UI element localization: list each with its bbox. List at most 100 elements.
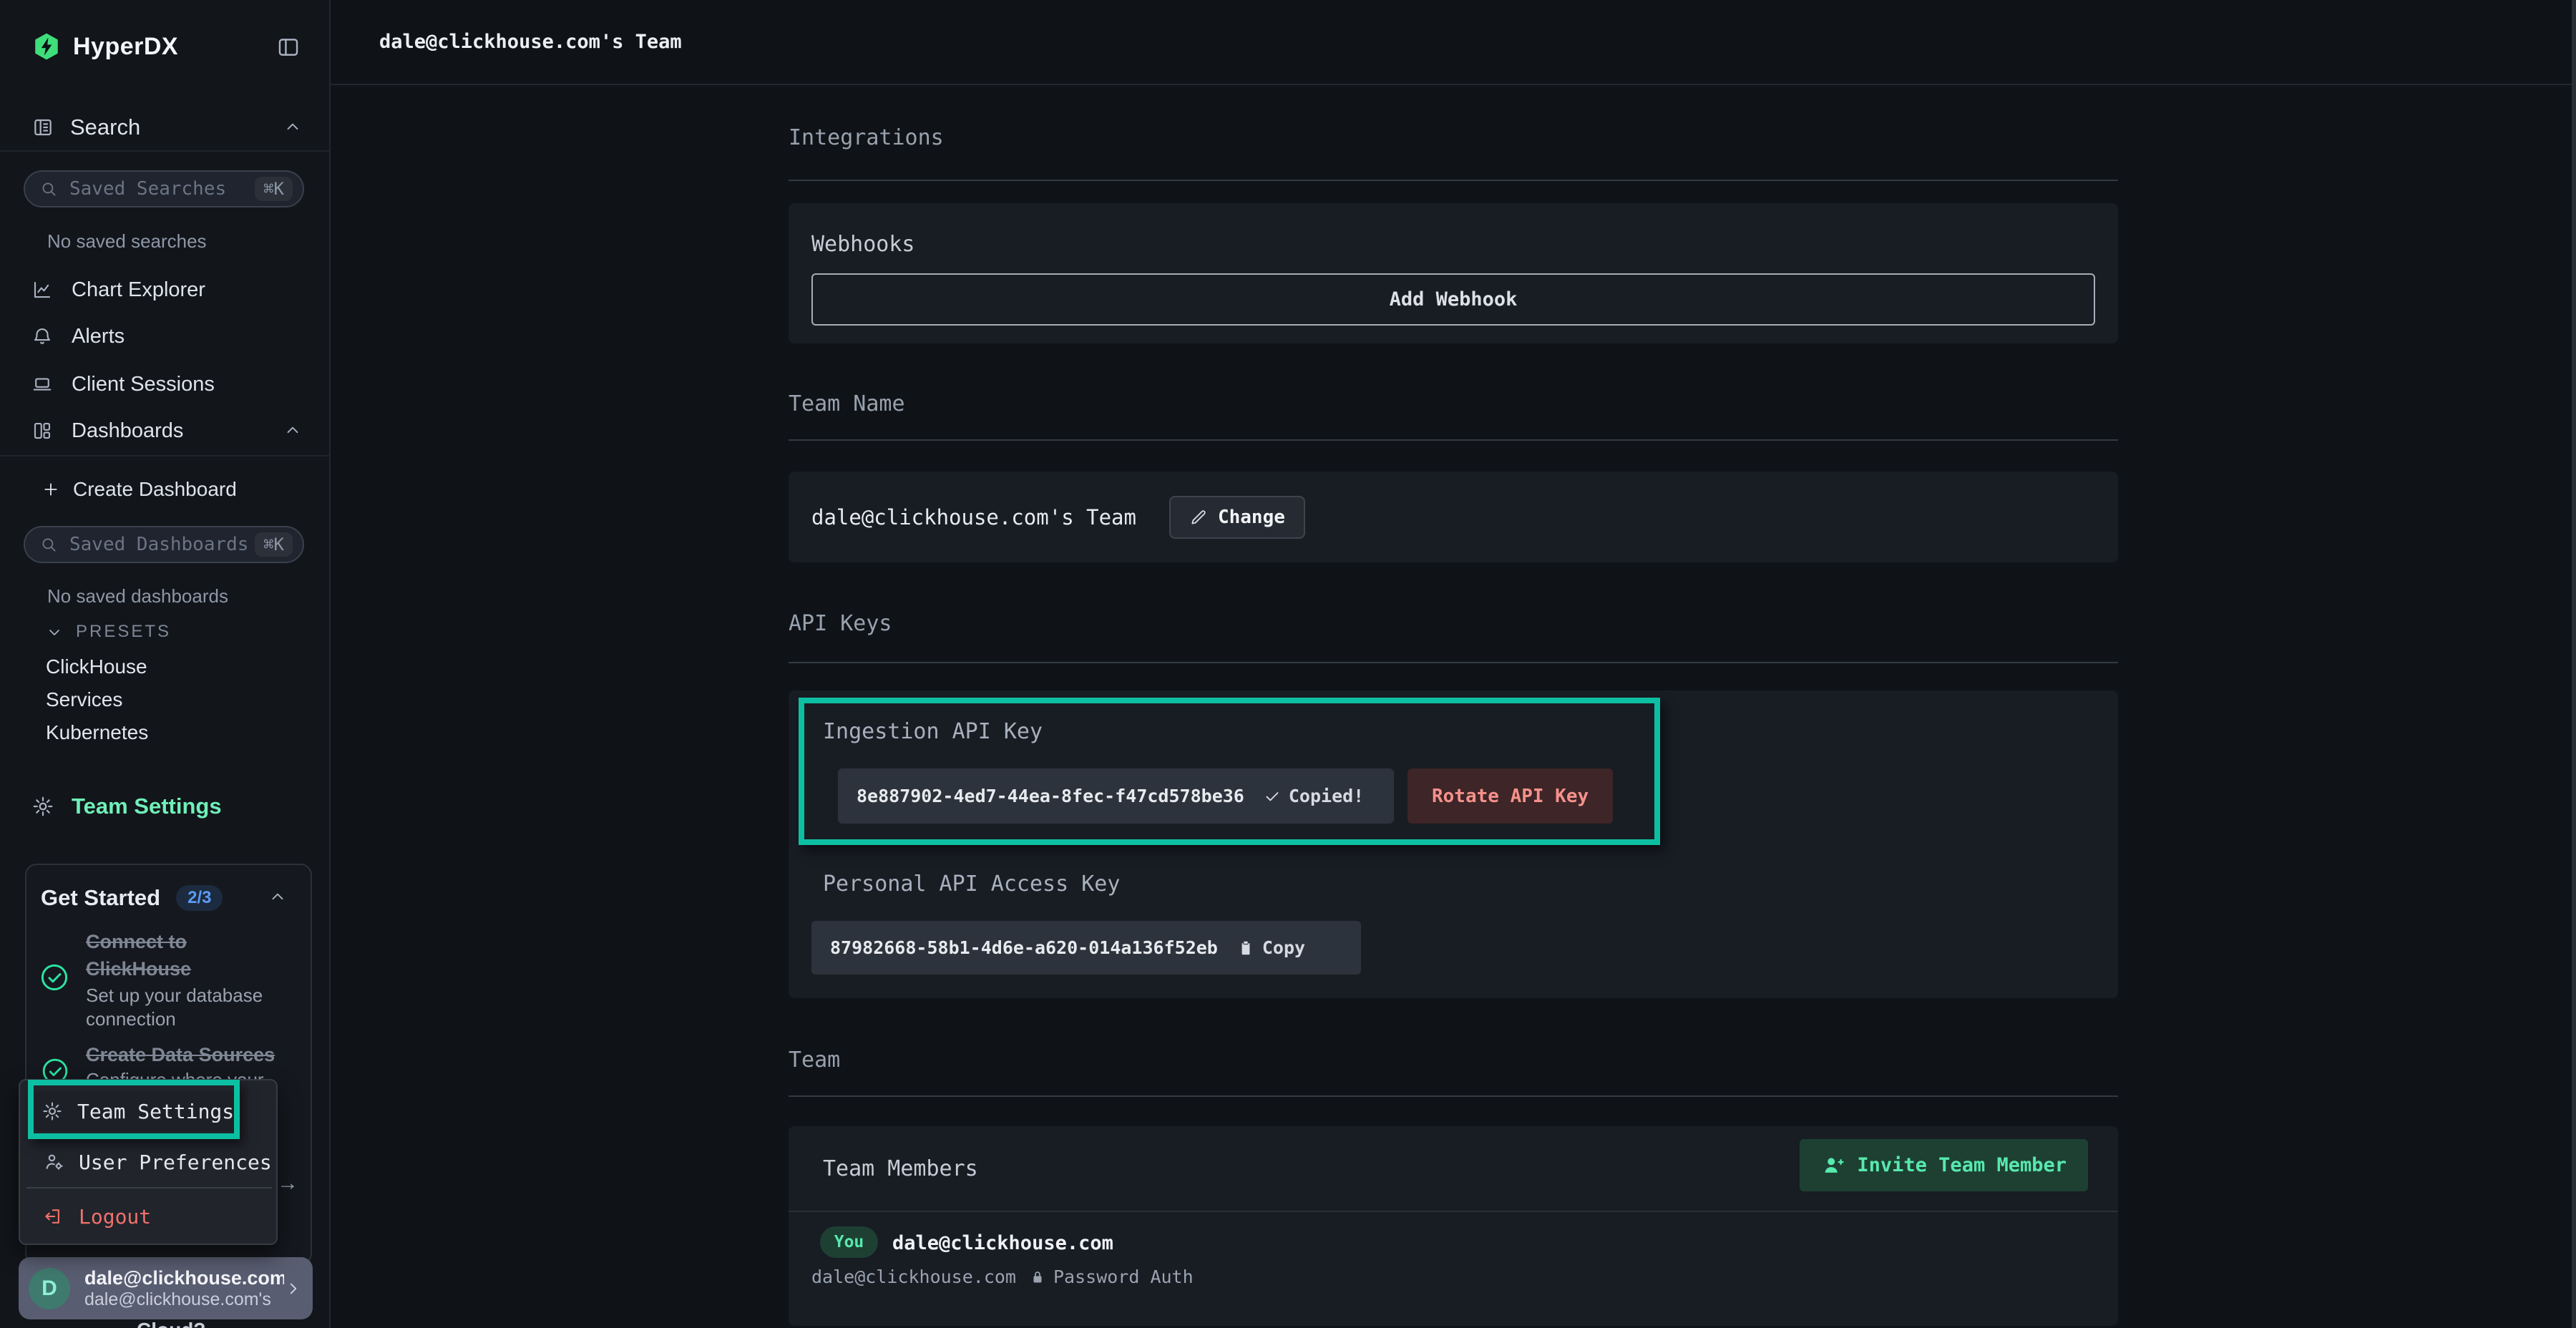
member-details-row: dale@clickhouse.com Password Auth [811, 1266, 1194, 1287]
get-started-collapse-chevron[interactable] [268, 888, 287, 907]
menu-divider [26, 1187, 272, 1188]
search-list-icon [31, 116, 54, 139]
personal-api-key-chip[interactable]: 87982668-58b1-4d6e-a620-014a136f52eb Cop… [811, 921, 1361, 975]
sidebar-section-search[interactable]: Search [31, 111, 140, 144]
account-button[interactable]: D dale@clickhouse.com dale@clickhouse.co… [19, 1257, 313, 1319]
dashboards-collapse-chevron[interactable] [283, 421, 302, 440]
user-gear-icon [43, 1151, 64, 1173]
checklist-item-subtitle: Set up your database connection [86, 984, 297, 1031]
api-keys-card: Ingestion API Key 8e887902-4ed7-44ea-8fe… [789, 690, 2118, 998]
preset-kubernetes[interactable]: Kubernetes [46, 720, 148, 746]
app-name: HyperDX [73, 33, 178, 61]
laptop-icon [31, 374, 53, 395]
search-icon [39, 535, 58, 554]
menu-item-user-preferences[interactable]: User Preferences [43, 1142, 272, 1182]
personal-api-key-value: 87982668-58b1-4d6e-a620-014a136f52eb [830, 937, 1218, 958]
gear-icon [31, 795, 54, 818]
sidebar-item-team-settings[interactable]: Team Settings [31, 790, 222, 823]
presets-toggle[interactable]: PRESETS [46, 620, 171, 644]
panel-collapse-icon [276, 35, 301, 59]
change-button-label: Change [1218, 507, 1285, 528]
scrollbar[interactable] [2572, 0, 2576, 1328]
auth-method-label: Password Auth [1053, 1266, 1194, 1287]
checklist-item-title[interactable]: Create Data Sources [86, 1041, 315, 1068]
menu-item-label: User Preferences [79, 1151, 272, 1174]
copied-label: Copied! [1289, 786, 1364, 806]
copy-label: Copy [1262, 937, 1305, 958]
checklist-item-title[interactable]: Connect to ClickHouse [86, 928, 236, 982]
page-header: dale@clickhouse.com's Team [331, 0, 2576, 85]
account-menu: Team Settings User Preferences Logout [19, 1079, 278, 1245]
create-dashboard-button[interactable]: Create Dashboard [42, 474, 237, 505]
webhooks-card: Webhooks Add Webhook [789, 203, 2118, 343]
section-divider [789, 662, 2118, 663]
personal-api-key-label: Personal API Access Key [823, 872, 1120, 897]
sidebar-item-label: Alerts [72, 325, 125, 348]
copied-indicator: Copied! [1263, 786, 1364, 806]
saved-dashboards-input[interactable]: Saved Dashboards ⌘K [24, 526, 304, 563]
bell-icon [31, 326, 53, 347]
section-divider [789, 1095, 2118, 1097]
rotate-api-key-button[interactable]: Rotate API Key [1407, 768, 1613, 824]
plus-icon [42, 480, 60, 499]
preset-clickhouse[interactable]: ClickHouse [46, 654, 147, 680]
checklist-done-icon [39, 962, 69, 992]
get-started-progress-badge: 2/3 [176, 885, 223, 911]
sidebar-item-alerts[interactable]: Alerts [31, 320, 125, 353]
preset-services[interactable]: Services [46, 687, 122, 713]
app-logo: HyperDX [31, 29, 178, 64]
sidebar-item-chart-explorer[interactable]: Chart Explorer [31, 273, 205, 306]
section-title-integrations: Integrations [789, 126, 2118, 150]
section-title-team: Team [789, 1048, 2118, 1073]
auth-method: Password Auth [1029, 1266, 1194, 1287]
user-email: dale@clickhouse.com [84, 1267, 284, 1289]
member-name: dale@clickhouse.com [892, 1232, 1113, 1254]
chevron-up-icon [268, 888, 287, 907]
saved-searches-placeholder: Saved Searches [69, 178, 255, 200]
ingestion-api-key-chip[interactable]: 8e887902-4ed7-44ea-8fec-f47cd578be36 Cop… [838, 768, 1394, 824]
saved-searches-input[interactable]: Saved Searches ⌘K [24, 170, 304, 208]
page-title: dale@clickhouse.com's Team [379, 31, 682, 53]
menu-item-logout[interactable]: Logout [43, 1196, 151, 1236]
dashboard-grid-icon [31, 420, 53, 441]
webhooks-heading: Webhooks [811, 232, 915, 257]
lock-icon [1029, 1269, 1046, 1286]
ingestion-api-key-label: Ingestion API Key [823, 719, 1043, 744]
sidebar-item-label: Client Sessions [72, 373, 215, 396]
change-team-name-button[interactable]: Change [1169, 496, 1305, 539]
search-section-label: Search [70, 114, 140, 140]
main-area: dale@clickhouse.com's Team Integrations … [331, 0, 2576, 1328]
invite-team-member-button[interactable]: Invite Team Member [1800, 1139, 2088, 1191]
shortcut-badge: ⌘K [255, 177, 293, 201]
add-webhook-button[interactable]: Add Webhook [811, 273, 2095, 326]
invite-button-label: Invite Team Member [1857, 1154, 2067, 1176]
sidebar-collapse-button[interactable] [276, 35, 301, 59]
sidebar-item-label: Dashboards [72, 419, 183, 443]
member-email: dale@clickhouse.com [811, 1266, 1016, 1287]
logout-icon [43, 1206, 64, 1227]
sidebar-divider [0, 455, 329, 456]
saved-dashboards-placeholder: Saved Dashboards [69, 534, 255, 555]
ingestion-api-key-value: 8e887902-4ed7-44ea-8fec-f47cd578be36 [857, 786, 1244, 806]
sidebar-item-client-sessions[interactable]: Client Sessions [31, 368, 215, 401]
copy-action[interactable]: Copy [1236, 937, 1305, 958]
section-title-team-name: Team Name [789, 392, 2118, 416]
team-settings-link-label: Team Settings [72, 794, 222, 819]
section-title-api-keys: API Keys [789, 612, 2118, 636]
sidebar-divider [0, 150, 329, 152]
pencil-icon [1189, 508, 1208, 527]
card-divider [789, 1211, 2118, 1212]
hyperdx-logo-icon [31, 30, 62, 63]
arrow-right-icon[interactable]: → [277, 1171, 298, 1196]
menu-item-label: Team Settings [77, 1100, 234, 1123]
user-plus-icon [1821, 1153, 1845, 1178]
you-badge: You [820, 1226, 878, 1258]
team-name-value: dale@clickhouse.com's Team [811, 505, 1136, 529]
search-collapse-chevron[interactable] [283, 118, 302, 137]
sidebar-item-dashboards[interactable]: Dashboards [31, 414, 183, 447]
settings-content: Integrations Webhooks Add Webhook Team N… [789, 85, 2118, 1326]
gear-icon [42, 1100, 63, 1122]
clipped-text-fragment: Cloud? [137, 1319, 205, 1328]
menu-item-team-settings[interactable]: Team Settings [42, 1091, 234, 1131]
avatar: D [29, 1268, 70, 1309]
